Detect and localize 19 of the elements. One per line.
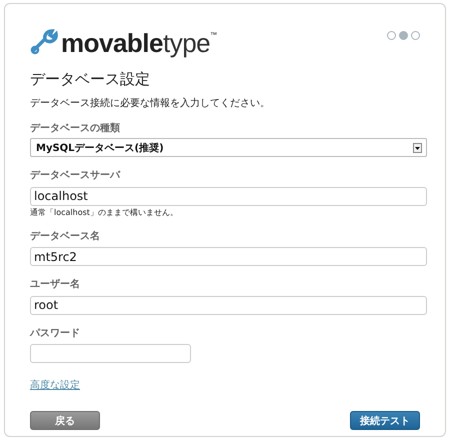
back-button[interactable]: 戻る	[30, 411, 100, 430]
test-connection-button[interactable]: 接続テスト	[350, 411, 420, 430]
wrench-icon	[30, 29, 58, 55]
password-field[interactable]	[30, 344, 191, 363]
field-label: ユーザー名	[30, 279, 81, 291]
advanced-settings-link[interactable]: 高度な設定	[30, 380, 80, 392]
dropdown-icon	[413, 142, 422, 152]
select-field[interactable]: MySQLデータベース(推奨)	[30, 138, 427, 157]
field-label: データベースの種類	[30, 123, 121, 135]
page-title: データベース設定	[30, 70, 151, 88]
input-field[interactable]: localhost	[30, 186, 427, 206]
field-label: データベースサーバ	[30, 170, 122, 182]
logo-wordmark: movabletype$^{™}$	[61, 31, 217, 55]
field-label: データベース名	[30, 230, 101, 242]
input-field[interactable]: root	[30, 296, 427, 314]
field-label: パスワード	[30, 328, 81, 340]
input-field[interactable]: mt5rc2	[30, 247, 427, 266]
hint-text: 通常「localhost」のままで構いません。	[30, 208, 179, 218]
intro-text: データベース接続に必要な情報を入力してください。	[30, 98, 271, 110]
